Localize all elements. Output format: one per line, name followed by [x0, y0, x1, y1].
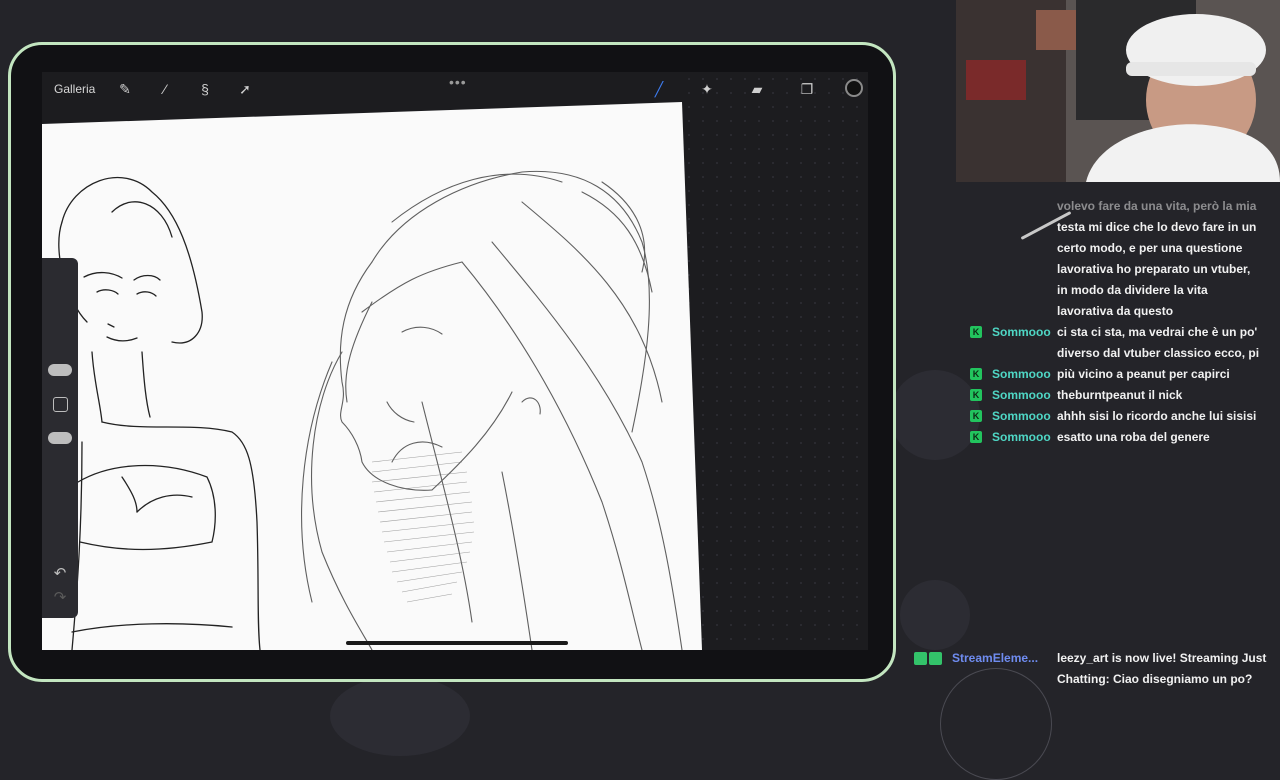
- smudge-icon[interactable]: ✦: [696, 78, 718, 100]
- background-cloud: [330, 676, 470, 756]
- subscriber-badge-icon: K: [970, 368, 982, 380]
- chat-username[interactable]: Sommooo: [992, 385, 1051, 406]
- selection-icon[interactable]: §: [194, 78, 216, 100]
- chat-message: K Sommooo ahhh sisi lo ricordo anche lui s…: [960, 406, 1280, 427]
- webcam-image: [956, 0, 1280, 182]
- background-cloud: [940, 668, 1052, 780]
- subscriber-badge-icon: K: [970, 431, 982, 443]
- chat-message-continuation: diverso dal vtuber classico ecco, pi: [1057, 346, 1260, 360]
- chat-message-line: volevo fare da una vita, però la mia: [1057, 199, 1257, 213]
- chat-message-text: ci sta ci sta, ma vedrai che è un po': [1057, 325, 1258, 339]
- chat-panel: volevo fare da una vita, però la mia test…: [960, 196, 1280, 448]
- chat-username[interactable]: Sommooo: [992, 406, 1051, 427]
- chat-message-line: certo modo, e per una questione: [1057, 241, 1243, 255]
- subscriber-badge-icon: K: [970, 326, 982, 338]
- chat-partial-message: volevo fare da una vita, però la mia test…: [960, 196, 1280, 322]
- subscriber-badge-icon: K: [970, 389, 982, 401]
- chat-username[interactable]: StreamEleme...: [952, 648, 1038, 669]
- chat-message: K Sommooo più vicino a peanut per capirci: [960, 364, 1280, 385]
- more-options-icon[interactable]: •••: [449, 74, 467, 90]
- chat-message-text: più vicino a peanut per capirci: [1057, 367, 1230, 381]
- pencil-badge-icon: [914, 652, 927, 665]
- chat-message-line: lavorativa da questo: [1057, 304, 1174, 318]
- subscriber-badge-icon: K: [970, 410, 982, 422]
- redo-icon[interactable]: ↷: [42, 588, 78, 606]
- transform-arrow-icon[interactable]: ➚: [234, 78, 256, 100]
- home-indicator: [346, 641, 568, 645]
- chat-message-text: ahhh sisi lo ricordo anche lui sisisi: [1057, 409, 1257, 423]
- chat-message-text: theburntpeanut il nick: [1057, 388, 1183, 402]
- magic-wand-icon[interactable]: ⁄: [154, 78, 176, 100]
- eraser-icon[interactable]: ▰: [746, 78, 768, 100]
- undo-icon[interactable]: ↶: [42, 564, 78, 582]
- chat-username[interactable]: Sommooo: [992, 322, 1051, 343]
- chat-message-line: lavorativa ho preparato un vtuber,: [1057, 262, 1251, 276]
- procreate-toolbar: Galleria ✎ ⁄ § ➚ ••• ╱ ✦ ▰ ❐: [42, 72, 868, 106]
- chat-message-list: K Sommooo ci sta ci sta, ma vedrai che è u…: [960, 322, 1280, 448]
- eyedropper-square-icon[interactable]: [53, 397, 68, 412]
- procreate-screen: [42, 72, 868, 650]
- chat-message-line: testa mi dice che lo devo fare in un: [1057, 220, 1257, 234]
- chat-message-text: leezy_art is now live! Streaming Just Ch…: [1057, 651, 1267, 686]
- wrench-icon[interactable]: ✎: [114, 78, 136, 100]
- brush-icon[interactable]: ╱: [648, 78, 670, 100]
- gallery-button[interactable]: Galleria: [54, 82, 95, 96]
- procreate-sidebar: ↶ ↷: [42, 258, 78, 618]
- webcam-feed: [956, 0, 1280, 182]
- drawing-canvas[interactable]: [42, 102, 702, 650]
- robot-badge-icon: [929, 652, 942, 665]
- chat-username[interactable]: Sommooo: [992, 364, 1051, 385]
- sketch-drawing: [58, 170, 683, 650]
- canvas-background-grid: [682, 72, 868, 650]
- chat-message: K Sommooo ci sta ci sta, ma vedrai che è u…: [960, 322, 1280, 343]
- chat-message: K Sommooo esatto una roba del genere: [960, 427, 1280, 448]
- brush-size-slider[interactable]: [48, 364, 72, 376]
- chat-message: K Sommooo theburntpeanut il nick: [960, 385, 1280, 406]
- chat-message-text: esatto una roba del genere: [1057, 430, 1210, 444]
- color-swatch-icon[interactable]: [845, 79, 863, 97]
- layers-icon[interactable]: ❐: [796, 78, 818, 100]
- background-cloud: [900, 580, 970, 650]
- opacity-slider[interactable]: [48, 432, 72, 444]
- chat-username[interactable]: Sommooo: [992, 427, 1051, 448]
- chat-message-line: in modo da dividere la vita: [1057, 283, 1208, 297]
- bot-badges: [914, 652, 944, 670]
